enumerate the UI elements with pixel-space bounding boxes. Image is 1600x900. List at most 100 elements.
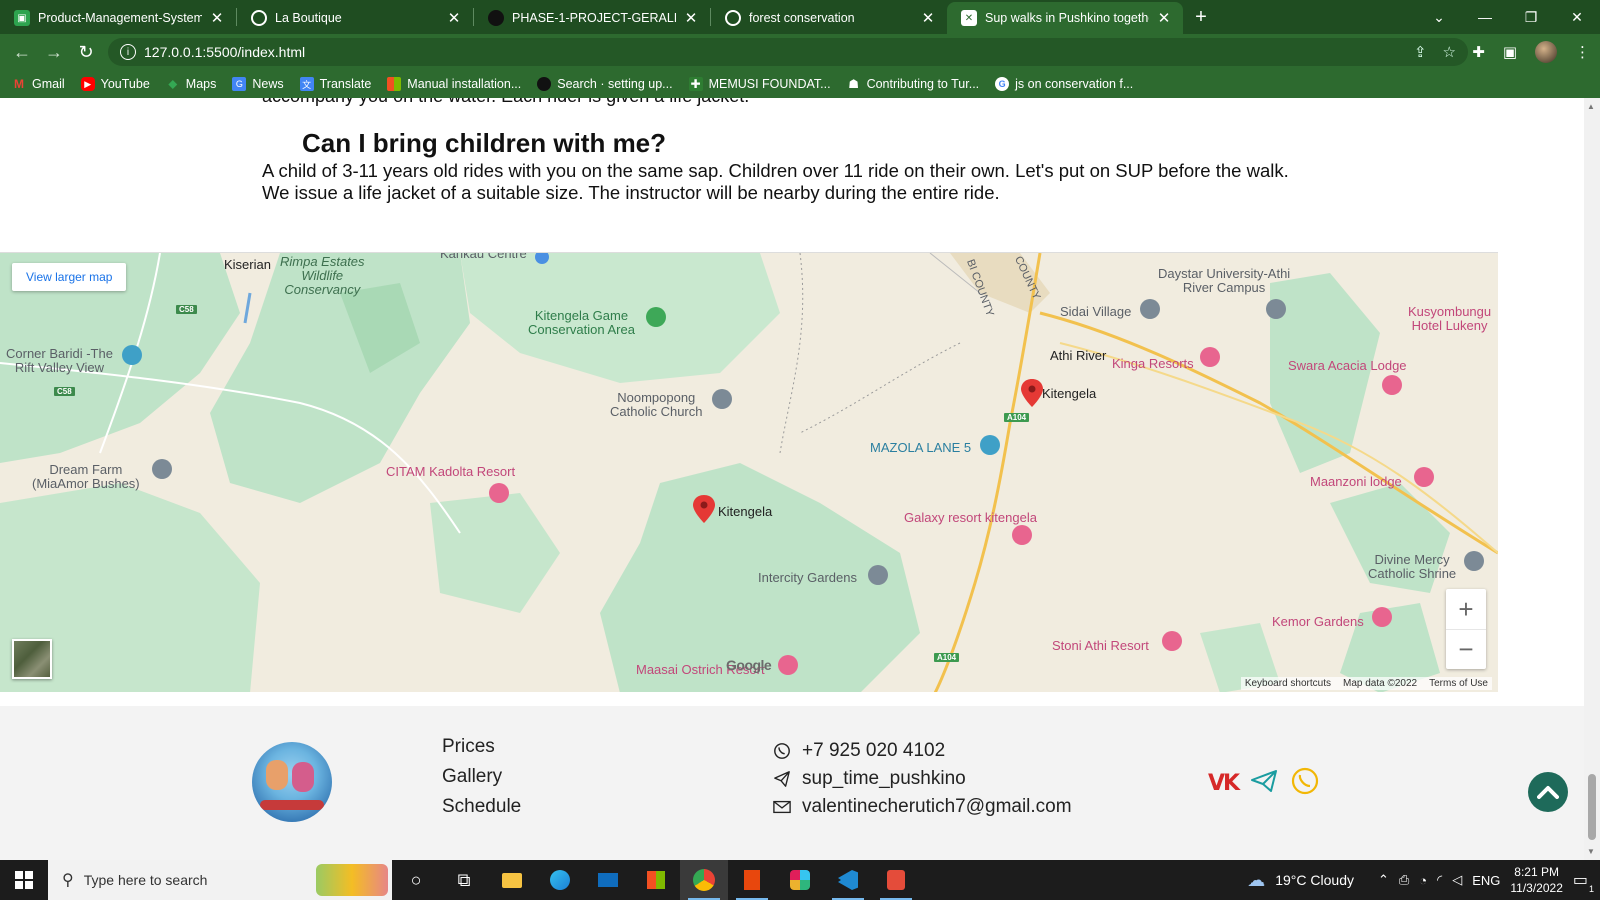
whatsapp-social-icon[interactable] xyxy=(1290,766,1320,801)
map-label-dream-farm: Dream Farm (MiaAmor Bushes) xyxy=(32,462,140,491)
store-icon[interactable] xyxy=(632,860,680,900)
bookmark-js-conservation[interactable]: Gjs on conservation f... xyxy=(995,77,1133,91)
bookmark-label: News xyxy=(252,77,284,91)
bookmark-gmail[interactable]: M Gmail xyxy=(12,77,65,91)
scroll-down-arrow[interactable]: ▼ xyxy=(1587,847,1595,856)
scroll-up-arrow[interactable]: ▲ xyxy=(1587,102,1595,111)
map-data-text: Map data ©2022 xyxy=(1343,678,1418,689)
weather-cloud-icon[interactable]: ☁ xyxy=(1247,870,1265,891)
close-tab-icon[interactable]: ✕ xyxy=(1155,9,1173,27)
tab-product-management[interactable]: ▣ Product-Management-System | 1 ✕ xyxy=(0,2,236,34)
bookmark-manual-installation[interactable]: Manual installation... xyxy=(387,77,521,91)
close-tab-icon[interactable]: ✕ xyxy=(682,9,700,27)
keyboard-shortcuts-link[interactable]: Keyboard shortcuts xyxy=(1245,678,1331,689)
bookmark-memusi[interactable]: ✚ MEMUSI FOUNDAT... xyxy=(688,77,831,91)
git-app-icon[interactable] xyxy=(872,860,920,900)
side-panel-icon[interactable]: ▣ xyxy=(1503,43,1517,61)
tab-search-icon[interactable]: ⌄ xyxy=(1416,9,1462,26)
contact-email[interactable]: valentinecherutich7@gmail.com xyxy=(772,796,1072,818)
close-window-button[interactable]: ✕ xyxy=(1554,9,1600,26)
page-scrollbar[interactable]: ▲ ▼ xyxy=(1584,98,1600,860)
scroll-to-top-button[interactable] xyxy=(1528,772,1568,812)
file-explorer-icon[interactable] xyxy=(488,860,536,900)
faq-question: Can I bring children with me? xyxy=(302,128,667,158)
restore-button[interactable]: ❐ xyxy=(1508,9,1554,26)
bookmark-search-setting-up[interactable]: Search · setting up... xyxy=(537,77,673,91)
contact-phone[interactable]: +7 925 020 4102 xyxy=(772,740,1072,762)
bookmark-star-icon[interactable]: ☆ xyxy=(1443,43,1456,61)
tab-sup-walks[interactable]: ✕ Sup walks in Pushkino together S ✕ xyxy=(947,2,1183,34)
faq-answer-previous: accompany you on the water. Each rider i… xyxy=(262,98,749,107)
close-tab-icon[interactable]: ✕ xyxy=(919,9,937,27)
back-button[interactable]: ← xyxy=(6,42,38,63)
forward-button[interactable]: → xyxy=(38,42,70,63)
windows-icon xyxy=(387,77,402,91)
start-button[interactable] xyxy=(0,860,48,900)
telegram-social-icon[interactable] xyxy=(1250,769,1278,798)
address-bar[interactable]: i 127.0.0.1:5500/index.html ⇪ ☆ xyxy=(108,38,1468,66)
map-label-daystar: Daystar University-Athi River Campus xyxy=(1158,266,1291,295)
share-icon[interactable]: ⇪ xyxy=(1414,43,1427,61)
chevron-up-icon xyxy=(1537,786,1559,799)
notifications-icon[interactable]: ▭ 1 xyxy=(1573,870,1594,894)
site-info-icon[interactable]: i xyxy=(120,44,136,60)
embedded-map[interactable]: View larger map Kiserian Rimpa Estates W… xyxy=(0,252,1498,692)
wifi-icon[interactable]: ◜ xyxy=(1437,872,1442,888)
cortana-icon[interactable]: ○ xyxy=(392,860,440,900)
clock[interactable]: 8:21 PM 11/3/2022 xyxy=(1510,864,1563,896)
meet-now-icon[interactable]: ⎙ xyxy=(1399,872,1409,888)
phone-number: +7 925 020 4102 xyxy=(802,740,946,761)
map-label-kitengela-game: Kitengela Game Conservation Area xyxy=(528,308,635,337)
clock-date: 11/3/2022 xyxy=(1510,881,1563,895)
edge-icon[interactable] xyxy=(536,860,584,900)
telegram-icon xyxy=(772,769,792,789)
profile-avatar[interactable] xyxy=(1535,41,1557,63)
menu-icon[interactable]: ⋮ xyxy=(1575,43,1590,61)
slack-icon[interactable] xyxy=(776,860,824,900)
language-indicator[interactable]: ENG xyxy=(1472,873,1500,888)
weather-text[interactable]: 19°C Cloudy xyxy=(1275,872,1354,888)
contact-telegram[interactable]: sup_time_pushkino xyxy=(772,768,1072,790)
taskbar-search[interactable]: ⚲ Type here to search xyxy=(48,860,392,900)
bookmark-news[interactable]: G News xyxy=(232,77,284,91)
tab-forest-conservation[interactable]: forest conservation ✕ xyxy=(711,2,947,34)
footer-link-schedule[interactable]: Schedule xyxy=(442,796,521,818)
terms-of-use-link[interactable]: Terms of Use xyxy=(1429,678,1488,689)
close-tab-icon[interactable]: ✕ xyxy=(445,9,463,27)
minimize-button[interactable]: — xyxy=(1462,9,1508,25)
site-footer: Prices Gallery Schedule +7 925 020 4102 … xyxy=(0,706,1584,860)
reload-button[interactable]: ↻ xyxy=(70,42,102,63)
footer-link-gallery[interactable]: Gallery xyxy=(442,766,521,788)
bookmark-contributing[interactable]: ☗ Contributing to Tur... xyxy=(847,77,980,91)
zoom-out-button[interactable]: − xyxy=(1446,629,1486,669)
road-badge-a104: A104 xyxy=(1004,413,1030,422)
scrollbar-thumb[interactable] xyxy=(1588,774,1596,840)
satellite-toggle[interactable] xyxy=(12,639,52,679)
office-icon[interactable] xyxy=(728,860,776,900)
window-controls: ⌄ — ❐ ✕ xyxy=(1416,0,1600,34)
chrome-icon[interactable] xyxy=(680,860,728,900)
task-view-icon[interactable]: ⧉ xyxy=(440,860,488,900)
vk-icon[interactable]: VK xyxy=(1208,771,1240,796)
zoom-in-button[interactable]: + xyxy=(1446,589,1486,629)
bookmark-youtube[interactable]: ▶ YouTube xyxy=(80,77,150,91)
volume-icon[interactable]: ◁ xyxy=(1452,872,1462,888)
map-label-kankau: Kankau Centre xyxy=(440,252,527,261)
site-logo[interactable] xyxy=(252,742,332,822)
bookmark-maps[interactable]: ⬥ Maps xyxy=(166,76,216,91)
tab-phase-1-project[interactable]: PHASE-1-PROJECT-GERALD/REA ✕ xyxy=(474,2,710,34)
map-label-kinga: Kinga Resorts xyxy=(1112,356,1194,371)
github-icon xyxy=(488,10,504,26)
mail-app-icon[interactable] xyxy=(584,860,632,900)
close-tab-icon[interactable]: ✕ xyxy=(208,9,226,27)
tab-la-boutique[interactable]: La Boutique ✕ xyxy=(237,2,473,34)
extensions-icon[interactable]: ✚ xyxy=(1472,43,1485,61)
network-icon[interactable]: ◔ xyxy=(1419,873,1427,888)
vscode-icon[interactable] xyxy=(824,860,872,900)
view-larger-map-link[interactable]: View larger map xyxy=(12,263,127,291)
bookmark-translate[interactable]: 文 Translate xyxy=(299,77,371,91)
footer-link-prices[interactable]: Prices xyxy=(442,736,521,758)
new-tab-button[interactable]: + xyxy=(1183,6,1219,29)
bookmark-label: Contributing to Tur... xyxy=(866,77,980,91)
chevron-up-icon[interactable]: ⌃ xyxy=(1378,872,1389,888)
